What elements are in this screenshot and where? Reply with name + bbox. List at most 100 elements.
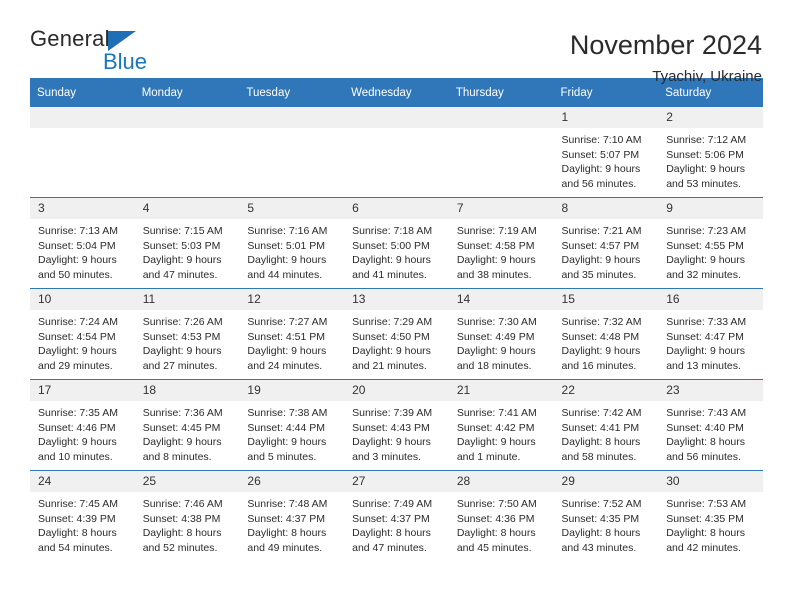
daylight-duration-line1: Daylight: 9 hours xyxy=(456,345,536,358)
calendar-day-cell[interactable]: 30 Sunrise: 7:53 AM Sunset: 4:35 PM Dayligh… xyxy=(658,470,763,561)
calendar-week-row: 1 Sunrise: 7:10 AM Sunset: 5:07 PM Daylight… xyxy=(30,107,763,198)
daylight-duration-line2: and 32 minutes. xyxy=(666,268,741,281)
calendar-day-cell[interactable]: 14 Sunrise: 7:30 AM Sunset: 4:49 PM Dayligh… xyxy=(448,288,554,380)
sunrise-time: Sunrise: 7:16 AM xyxy=(247,225,328,237)
daylight-duration-line1: Daylight: 9 hours xyxy=(38,436,117,449)
daylight-duration-line1: Daylight: 9 hours xyxy=(456,436,536,449)
calendar-day-cell[interactable]: 16 Sunrise: 7:33 AM Sunset: 4:47 PM Dayligh… xyxy=(658,288,763,380)
sunrise-time: Sunrise: 7:18 AM xyxy=(352,225,433,237)
calendar-day-cell[interactable]: 18 Sunrise: 7:36 AM Sunset: 4:45 PM Dayligh… xyxy=(134,379,240,471)
sunrise-time: Sunrise: 7:15 AM xyxy=(142,225,223,237)
daylight-duration-line2: and 54 minutes. xyxy=(38,541,113,554)
daylight-duration-line2: and 56 minutes. xyxy=(561,177,637,190)
logo-text-blue: Blue xyxy=(102,49,147,74)
sunrise-sunset-calendar-table: Sunday Monday Tuesday Wednesday Thursday… xyxy=(30,78,763,561)
day-details: Sunrise: 7:26 AM Sunset: 4:53 PM Daylight:… xyxy=(135,310,240,373)
daylight-duration-line1: Daylight: 9 hours xyxy=(142,436,222,449)
day-details: Sunrise: 7:13 AM Sunset: 5:04 PM Daylight:… xyxy=(30,219,135,282)
day-details: Sunrise: 7:21 AM Sunset: 4:57 PM Daylight:… xyxy=(554,219,659,282)
day-number: 11 xyxy=(134,289,240,310)
daylight-duration-line2: and 41 minutes. xyxy=(352,268,427,281)
daylight-duration-line1: Daylight: 8 hours xyxy=(142,527,222,540)
sunrise-time: Sunrise: 7:13 AM xyxy=(38,225,118,237)
sunrise-time: Sunrise: 7:48 AM xyxy=(247,498,328,510)
sunset-time: Sunset: 5:04 PM xyxy=(38,239,116,252)
calendar-day-cell[interactable]: 10 Sunrise: 7:24 AM Sunset: 4:54 PM Dayligh… xyxy=(30,288,135,380)
daylight-duration-line2: and 5 minutes. xyxy=(247,450,317,463)
sunset-time: Sunset: 4:54 PM xyxy=(38,330,116,343)
sunrise-time: Sunrise: 7:50 AM xyxy=(456,498,537,510)
sunrise-time: Sunrise: 7:24 AM xyxy=(38,316,118,328)
day-number: 5 xyxy=(239,198,345,219)
weekday-header-tuesday: Tuesday xyxy=(239,78,345,107)
calendar-day-cell[interactable]: 7 Sunrise: 7:19 AM Sunset: 4:58 PM Daylight… xyxy=(448,197,554,289)
calendar-day-cell[interactable]: 11 Sunrise: 7:26 AM Sunset: 4:53 PM Dayligh… xyxy=(134,288,240,380)
sunset-time: Sunset: 4:48 PM xyxy=(561,330,640,343)
day-number: 2 xyxy=(658,107,763,128)
calendar-day-cell[interactable]: 6 Sunrise: 7:18 AM Sunset: 5:00 PM Daylight… xyxy=(344,197,449,289)
calendar-day-cell[interactable]: 9 Sunrise: 7:23 AM Sunset: 4:55 PM Daylight… xyxy=(658,197,763,289)
sunset-time: Sunset: 4:46 PM xyxy=(38,421,116,434)
day-number: 9 xyxy=(658,198,763,219)
day-details: Sunrise: 7:48 AM Sunset: 4:37 PM Daylight:… xyxy=(239,492,344,555)
daylight-duration-line2: and 18 minutes. xyxy=(456,359,532,372)
sunrise-time: Sunrise: 7:42 AM xyxy=(561,407,642,419)
sunrise-time: Sunrise: 7:43 AM xyxy=(666,407,747,419)
calendar-day-cell-empty xyxy=(30,107,135,198)
calendar-day-cell[interactable]: 28 Sunrise: 7:50 AM Sunset: 4:36 PM Dayligh… xyxy=(448,470,554,561)
sunrise-time: Sunrise: 7:35 AM xyxy=(38,407,118,419)
calendar-day-cell[interactable]: 25 Sunrise: 7:46 AM Sunset: 4:38 PM Dayligh… xyxy=(134,470,240,561)
sunset-time: Sunset: 4:55 PM xyxy=(666,239,744,252)
daylight-duration-line1: Daylight: 8 hours xyxy=(666,527,746,540)
calendar-day-cell[interactable]: 13 Sunrise: 7:29 AM Sunset: 4:50 PM Dayligh… xyxy=(344,288,449,380)
daylight-duration-line2: and 43 minutes. xyxy=(561,541,637,554)
calendar-body: 1 Sunrise: 7:10 AM Sunset: 5:07 PM Daylight… xyxy=(30,107,763,561)
calendar-day-cell[interactable]: 5 Sunrise: 7:16 AM Sunset: 5:01 PM Daylight… xyxy=(239,197,345,289)
sunset-time: Sunset: 4:36 PM xyxy=(456,512,535,525)
daylight-duration-line1: Daylight: 8 hours xyxy=(38,527,117,540)
calendar-day-cell[interactable]: 26 Sunrise: 7:48 AM Sunset: 4:37 PM Dayligh… xyxy=(239,470,345,561)
sunrise-time: Sunrise: 7:36 AM xyxy=(142,407,223,419)
calendar-day-cell[interactable]: 29 Sunrise: 7:52 AM Sunset: 4:35 PM Dayligh… xyxy=(553,470,659,561)
day-details: Sunrise: 7:24 AM Sunset: 4:54 PM Daylight:… xyxy=(30,310,135,373)
calendar-day-cell[interactable]: 19 Sunrise: 7:38 AM Sunset: 4:44 PM Dayligh… xyxy=(239,379,345,471)
sunrise-time: Sunrise: 7:27 AM xyxy=(247,316,328,328)
calendar-day-cell[interactable]: 2 Sunrise: 7:12 AM Sunset: 5:06 PM Daylight… xyxy=(658,107,763,198)
daylight-duration-line1: Daylight: 9 hours xyxy=(247,436,327,449)
day-number: 25 xyxy=(134,471,240,492)
sunset-time: Sunset: 4:35 PM xyxy=(561,512,640,525)
sunset-time: Sunset: 4:35 PM xyxy=(666,512,744,525)
day-details: Sunrise: 7:42 AM Sunset: 4:41 PM Daylight:… xyxy=(554,401,659,464)
calendar-day-cell[interactable]: 3 Sunrise: 7:13 AM Sunset: 5:04 PM Daylight… xyxy=(30,197,135,289)
sunrise-time: Sunrise: 7:38 AM xyxy=(247,407,328,419)
daylight-duration-line1: Daylight: 9 hours xyxy=(142,345,222,358)
calendar-day-cell[interactable]: 24 Sunrise: 7:45 AM Sunset: 4:39 PM Dayligh… xyxy=(30,470,135,561)
day-details: Sunrise: 7:23 AM Sunset: 4:55 PM Daylight:… xyxy=(658,219,763,282)
weekday-header-monday: Monday xyxy=(134,78,240,107)
day-number: 23 xyxy=(658,380,763,401)
calendar-day-cell[interactable]: 22 Sunrise: 7:42 AM Sunset: 4:41 PM Dayligh… xyxy=(553,379,659,471)
daylight-duration-line2: and 8 minutes. xyxy=(142,450,212,463)
calendar-day-cell[interactable]: 27 Sunrise: 7:49 AM Sunset: 4:37 PM Dayligh… xyxy=(344,470,449,561)
daylight-duration-line2: and 35 minutes. xyxy=(561,268,637,281)
calendar-day-cell[interactable]: 1 Sunrise: 7:10 AM Sunset: 5:07 PM Daylight… xyxy=(553,107,659,198)
calendar-day-cell[interactable]: 8 Sunrise: 7:21 AM Sunset: 4:57 PM Daylight… xyxy=(553,197,659,289)
calendar-day-cell[interactable]: 23 Sunrise: 7:43 AM Sunset: 4:40 PM Dayligh… xyxy=(658,379,763,471)
day-details: Sunrise: 7:15 AM Sunset: 5:03 PM Daylight:… xyxy=(135,219,240,282)
general-blue-logo[interactable]: General Blue xyxy=(30,28,155,76)
weekday-header-wednesday: Wednesday xyxy=(344,78,449,107)
day-number: 30 xyxy=(658,471,763,492)
calendar-day-cell[interactable]: 15 Sunrise: 7:32 AM Sunset: 4:48 PM Dayligh… xyxy=(553,288,659,380)
calendar-day-cell[interactable]: 12 Sunrise: 7:27 AM Sunset: 4:51 PM Dayligh… xyxy=(239,288,345,380)
sunrise-time: Sunrise: 7:49 AM xyxy=(352,498,433,510)
calendar-day-cell[interactable]: 20 Sunrise: 7:39 AM Sunset: 4:43 PM Dayligh… xyxy=(344,379,449,471)
sunrise-time: Sunrise: 7:39 AM xyxy=(352,407,433,419)
calendar-day-cell[interactable]: 17 Sunrise: 7:35 AM Sunset: 4:46 PM Dayligh… xyxy=(30,379,135,471)
day-number: 6 xyxy=(344,198,449,219)
calendar-day-cell[interactable]: 4 Sunrise: 7:15 AM Sunset: 5:03 PM Daylight… xyxy=(134,197,240,289)
calendar-day-cell[interactable]: 21 Sunrise: 7:41 AM Sunset: 4:42 PM Dayligh… xyxy=(448,379,554,471)
sunset-time: Sunset: 5:07 PM xyxy=(561,148,640,161)
sunset-time: Sunset: 5:01 PM xyxy=(247,239,326,252)
sunrise-time: Sunrise: 7:41 AM xyxy=(456,407,537,419)
daylight-duration-line1: Daylight: 8 hours xyxy=(666,436,746,449)
